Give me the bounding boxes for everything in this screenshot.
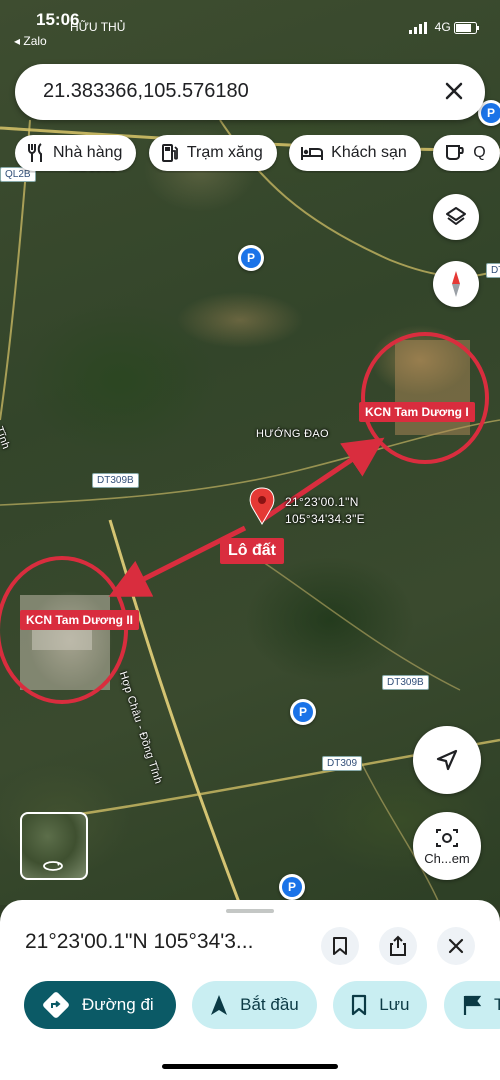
chip-coffee[interactable]: Q bbox=[433, 135, 500, 171]
back-to-app-link[interactable]: ◂ Zalo bbox=[14, 34, 47, 48]
home-indicator[interactable] bbox=[162, 1064, 338, 1069]
navigation-arrow-icon bbox=[211, 995, 228, 1015]
chip-hotels[interactable]: Khách sạn bbox=[289, 135, 421, 171]
place-bottom-sheet[interactable]: 21°23'00.1"N 105°34'3... Đường đi Bắt đầ… bbox=[0, 900, 500, 1080]
restaurant-icon bbox=[28, 143, 42, 162]
compass-button[interactable] bbox=[433, 261, 479, 307]
network-type: 4G bbox=[434, 20, 451, 34]
search-input[interactable]: 21.383366,105.576180 bbox=[43, 80, 249, 103]
share-icon bbox=[390, 935, 406, 956]
navigation-arrow-icon bbox=[436, 749, 458, 771]
bookmark-icon bbox=[352, 994, 367, 1016]
place-coordinates: 21°23'00.1"N 105°34'3... bbox=[25, 930, 254, 953]
gas-station-icon bbox=[161, 144, 178, 162]
road-shield-dt309b-right: DT309B bbox=[382, 675, 429, 690]
bookmark-icon bbox=[333, 937, 347, 955]
my-location-button[interactable] bbox=[413, 726, 481, 794]
chip-label: Trạm xăng bbox=[186, 144, 263, 161]
rotate-360-icon bbox=[43, 861, 63, 871]
annotation-kcn-tam-duong-1: KCN Tam Dương I bbox=[359, 402, 475, 422]
parking-icon[interactable]: P bbox=[290, 699, 316, 725]
save-icon-button[interactable] bbox=[321, 927, 359, 965]
battery-icon bbox=[454, 21, 479, 34]
status-carrier: HỮU THỦ bbox=[70, 20, 126, 34]
label-button-label: T bbox=[493, 995, 500, 1014]
parking-icon[interactable]: P bbox=[238, 245, 264, 271]
location-pin-icon bbox=[249, 487, 275, 525]
road-shield-dt309b-left: DT309B bbox=[92, 473, 139, 488]
directions-button[interactable]: Đường đi bbox=[24, 981, 176, 1029]
directions-icon bbox=[43, 992, 69, 1018]
chip-restaurants[interactable]: Nhà hàng bbox=[15, 135, 137, 171]
compass-icon bbox=[452, 271, 460, 297]
lens-label: Ch...em bbox=[424, 850, 470, 866]
parking-icon[interactable]: P bbox=[279, 874, 305, 900]
chip-label: Q bbox=[473, 144, 486, 161]
sheet-drag-handle[interactable] bbox=[226, 909, 274, 913]
start-button[interactable]: Bắt đầu bbox=[192, 981, 317, 1029]
place-label-huong-dao: HƯỚNG ĐẠO bbox=[256, 428, 329, 440]
pin-coordinate-label: 21°23'00.1"N 105°34'34.3"E bbox=[285, 494, 365, 528]
label-button[interactable]: T bbox=[443, 981, 500, 1029]
close-sheet-button[interactable] bbox=[437, 927, 475, 965]
chip-label: Nhà hàng bbox=[53, 144, 123, 161]
chip-gas-stations[interactable]: Trạm xăng bbox=[148, 135, 277, 171]
search-bar[interactable]: 21.383366,105.576180 bbox=[15, 64, 485, 120]
flag-icon bbox=[463, 995, 482, 1015]
clear-search-icon[interactable] bbox=[439, 76, 469, 106]
chip-label: Khách sạn bbox=[331, 144, 407, 161]
share-button[interactable] bbox=[379, 927, 417, 965]
category-chips: Nhà hàng Trạm xăng Khách sạn Q bbox=[15, 135, 500, 173]
hotel-icon bbox=[301, 147, 324, 160]
road-shield-dt309: DT309 bbox=[322, 756, 363, 771]
pin-longitude: 105°34'34.3"E bbox=[285, 512, 365, 526]
camera-lens-icon bbox=[436, 828, 458, 847]
start-label: Bắt đầu bbox=[240, 995, 299, 1014]
directions-label: Đường đi bbox=[82, 995, 154, 1014]
action-buttons: Đường đi Bắt đầu Lưu T bbox=[24, 981, 500, 1031]
save-button[interactable]: Lưu bbox=[333, 981, 428, 1029]
layers-button[interactable] bbox=[433, 194, 479, 240]
signal-icon bbox=[409, 21, 428, 34]
annotation-lo-dat: Lô đất bbox=[220, 538, 284, 564]
network-indicator: 4G bbox=[409, 20, 480, 34]
close-icon bbox=[448, 938, 464, 954]
lens-button[interactable]: Ch...em bbox=[413, 812, 481, 880]
layers-icon bbox=[446, 207, 466, 225]
street-view-thumbnail[interactable] bbox=[20, 812, 88, 880]
save-label: Lưu bbox=[379, 995, 410, 1014]
coffee-icon bbox=[446, 145, 464, 160]
road-shield-dt: DT bbox=[486, 263, 500, 278]
pin-latitude: 21°23'00.1"N bbox=[285, 495, 359, 509]
status-bar: 15:06 HỮU THỦ ◂ Zalo 4G bbox=[0, 0, 500, 60]
annotation-kcn-tam-duong-2: KCN Tam Dương II bbox=[20, 610, 139, 630]
